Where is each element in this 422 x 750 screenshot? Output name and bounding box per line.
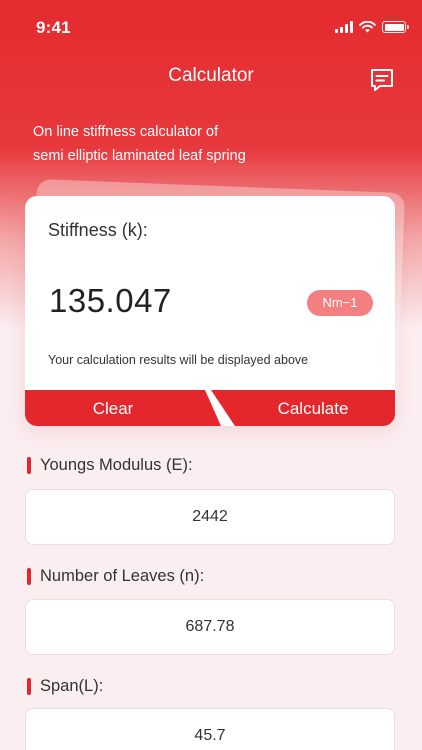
number-of-leaves-label-text: Number of Leaves (n): bbox=[40, 567, 205, 585]
number-of-leaves-label: Number of Leaves (n): bbox=[27, 567, 204, 586]
result-label: Stiffness (k): bbox=[48, 220, 148, 240]
label-accent-bar bbox=[27, 457, 31, 474]
status-time: 9:41 bbox=[36, 18, 71, 37]
message-icon[interactable] bbox=[369, 67, 395, 93]
intro-line-1: On line stiffness calculator of bbox=[33, 124, 219, 140]
wifi-icon bbox=[359, 21, 376, 33]
battery-icon bbox=[382, 21, 409, 33]
status-bar: 9:41 bbox=[0, 0, 422, 48]
cellular-signal-icon bbox=[335, 21, 353, 33]
youngs-modulus-input[interactable] bbox=[25, 489, 395, 545]
clear-button[interactable]: Clear bbox=[25, 390, 221, 426]
calculate-button[interactable]: Calculate bbox=[211, 390, 395, 426]
unit-badge: Nm−1 bbox=[307, 290, 373, 316]
clear-button-label: Clear bbox=[92, 399, 134, 418]
span-label: Span(L): bbox=[27, 677, 103, 696]
action-bar: Clear Calculate bbox=[25, 390, 395, 426]
youngs-modulus-label-text: Youngs Modulus (E): bbox=[40, 456, 193, 474]
label-accent-bar bbox=[27, 568, 31, 585]
number-of-leaves-input[interactable] bbox=[25, 599, 395, 655]
result-value: 135.047 bbox=[49, 282, 172, 319]
label-accent-bar bbox=[27, 678, 31, 695]
result-card: Stiffness (k): 135.047 Nm−1 Your calcula… bbox=[25, 196, 395, 426]
page-title: Calculator bbox=[168, 65, 254, 86]
status-icons bbox=[335, 20, 409, 34]
span-input[interactable] bbox=[25, 708, 395, 750]
result-hint: Your calculation results will be display… bbox=[48, 353, 309, 367]
youngs-modulus-label: Youngs Modulus (E): bbox=[27, 456, 193, 475]
intro-line-2: semi elliptic laminated leaf spring bbox=[33, 148, 246, 164]
calculate-button-label: Calculate bbox=[277, 399, 349, 418]
span-label-text: Span(L): bbox=[40, 677, 104, 695]
intro-text: On line stiffness calculator of semi ell… bbox=[33, 120, 393, 168]
